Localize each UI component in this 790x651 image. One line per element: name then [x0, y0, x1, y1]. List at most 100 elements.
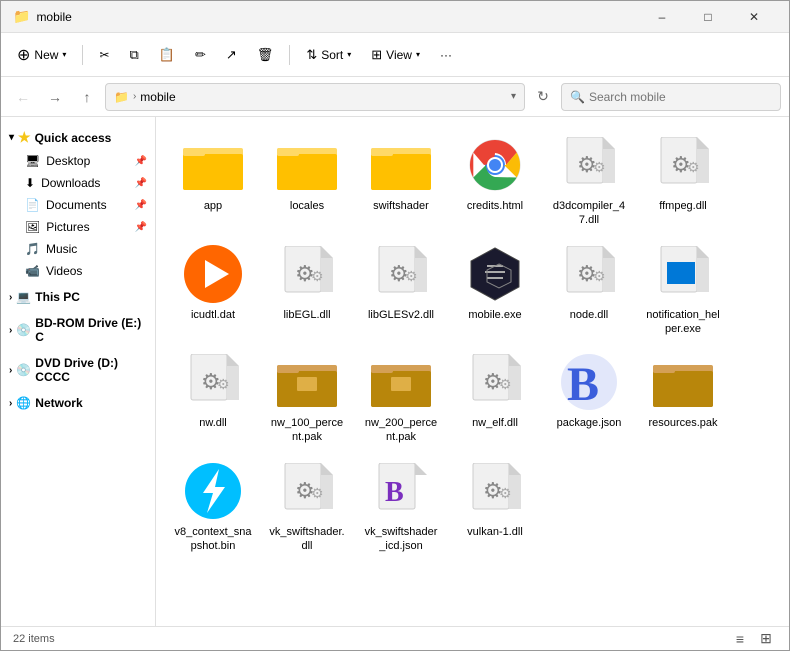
file-item-vulkan_1_dll[interactable]: ⚙ ⚙ vulkan-1.dll	[450, 455, 540, 560]
dvd-icon: 💿	[16, 363, 31, 377]
file-area: app locales swiftshader credits.html ⚙ ⚙…	[156, 117, 789, 626]
file-icon	[369, 352, 433, 412]
file-item-resources_pak[interactable]: resources.pak	[638, 346, 728, 451]
network-header[interactable]: › 🌐 Network	[1, 392, 155, 414]
file-item-app[interactable]: app	[168, 129, 258, 234]
file-item-ffmpeg_dll[interactable]: ⚙ ⚙ ffmpeg.dll	[638, 129, 728, 234]
cut-button[interactable]: ✂	[91, 39, 117, 71]
expand-icon-pc: ›	[9, 292, 12, 303]
file-item-nw_100_percent_pak[interactable]: nw_100_percent.pak	[262, 346, 352, 451]
view-icon: ⊞	[371, 47, 382, 63]
view-button[interactable]: ⊞ View ▾	[363, 39, 428, 71]
close-button[interactable]: ✕	[731, 1, 777, 33]
svg-text:⚙: ⚙	[499, 376, 512, 392]
file-item-nw_dll[interactable]: ⚙ ⚙ nw.dll	[168, 346, 258, 451]
sidebar-item-pictures[interactable]: 🖼 Pictures 📌	[1, 216, 155, 238]
file-item-node_dll[interactable]: ⚙ ⚙ node.dll	[544, 238, 634, 343]
file-item-swiftshader[interactable]: swiftshader	[356, 129, 446, 234]
delete-button[interactable]: 🗑	[249, 39, 282, 71]
file-item-notification_helper_exe[interactable]: notification_helper.exe	[638, 238, 728, 343]
quick-access-section: ▾ ★ Quick access 🖥 Desktop 📌 ⬇ Downloads…	[1, 125, 155, 282]
file-item-mobile_exe[interactable]: mobile.exe	[450, 238, 540, 343]
file-item-vk_swiftshader_icd_json[interactable]: B vk_swiftshader_icd.json	[356, 455, 446, 560]
svg-text:⚙: ⚙	[311, 485, 324, 501]
file-label: nw_100_percent.pak	[268, 416, 346, 445]
quick-access-header[interactable]: ▾ ★ Quick access	[1, 125, 155, 150]
dvd-section: › 💿 DVD Drive (D:) CCCC	[1, 352, 155, 388]
list-view-button[interactable]: ≡	[729, 628, 751, 650]
bdrom-icon: 💿	[16, 323, 31, 337]
network-label: Network	[35, 396, 82, 410]
sidebar-downloads-label: Downloads	[41, 176, 100, 190]
dvd-header[interactable]: › 💿 DVD Drive (D:) CCCC	[1, 352, 155, 388]
file-item-package_json[interactable]: B package.json	[544, 346, 634, 451]
address-dropdown-icon[interactable]: ▾	[511, 91, 516, 102]
file-item-vk_swiftshader_dll[interactable]: ⚙ ⚙ vk_swiftshader.dll	[262, 455, 352, 560]
sidebar-item-music[interactable]: 🎵 Music	[1, 238, 155, 260]
search-bar[interactable]: 🔍	[561, 83, 781, 111]
back-button[interactable]: ←	[9, 83, 37, 111]
this-pc-header[interactable]: › 💻 This PC	[1, 286, 155, 308]
window-controls: – □ ✕	[639, 1, 777, 33]
file-icon	[181, 244, 245, 304]
file-item-libGLESv2_dll[interactable]: ⚙ ⚙ libGLESv2.dll	[356, 238, 446, 343]
plus-icon: ⊕	[17, 45, 30, 65]
bdrom-section: › 💿 BD-ROM Drive (E:) C	[1, 312, 155, 348]
search-input[interactable]	[589, 90, 772, 104]
new-button[interactable]: ⊕ New ▾	[9, 39, 74, 71]
sidebar-item-desktop[interactable]: 🖥 Desktop 📌	[1, 150, 155, 172]
file-icon	[463, 244, 527, 304]
svg-text:⚙: ⚙	[593, 268, 606, 284]
file-item-nw_elf_dll[interactable]: ⚙ ⚙ nw_elf.dll	[450, 346, 540, 451]
chevron-down-icon-view: ▾	[416, 50, 420, 59]
file-item-libEGL_dll[interactable]: ⚙ ⚙ libEGL.dll	[262, 238, 352, 343]
file-label: icudtl.dat	[191, 308, 235, 322]
file-label: nw_elf.dll	[472, 416, 518, 430]
file-item-icudtl_dat[interactable]: icudtl.dat	[168, 238, 258, 343]
address-bar[interactable]: 📁 › mobile ▾	[105, 83, 525, 111]
file-item-locales[interactable]: locales	[262, 129, 352, 234]
svg-text:⚙: ⚙	[311, 268, 324, 284]
file-item-v8_context_snapshot_bin[interactable]: v8_context_snapshot.bin	[168, 455, 258, 560]
share-button[interactable]: ↗	[218, 39, 245, 71]
new-label: New	[34, 48, 58, 62]
file-label: swiftshader	[373, 199, 429, 213]
more-button[interactable]: ···	[432, 39, 460, 71]
sort-button[interactable]: ⇅ Sort ▾	[298, 39, 359, 71]
copy-button[interactable]: ⧉	[122, 39, 147, 71]
grid-view-button[interactable]: ⊞	[755, 628, 777, 650]
file-icon: ⚙ ⚙	[181, 352, 245, 412]
file-icon: ⚙ ⚙	[463, 461, 527, 521]
up-button[interactable]: ↑	[73, 83, 101, 111]
minimize-button[interactable]: –	[639, 1, 685, 33]
file-label: node.dll	[570, 308, 609, 322]
sidebar-item-downloads[interactable]: ⬇ Downloads 📌	[1, 172, 155, 194]
paste-button[interactable]: 📋	[151, 39, 183, 71]
pin-icon-dl: 📌	[135, 178, 147, 189]
file-item-credits_html[interactable]: credits.html	[450, 129, 540, 234]
maximize-button[interactable]: □	[685, 1, 731, 33]
sidebar-videos-label: Videos	[46, 264, 82, 278]
file-label: app	[204, 199, 222, 213]
file-icon	[651, 244, 715, 304]
file-item-d3dcompiler_47_dll[interactable]: ⚙ ⚙ d3dcompiler_47.dll	[544, 129, 634, 234]
forward-button[interactable]: →	[41, 83, 69, 111]
file-label: ffmpeg.dll	[659, 199, 707, 213]
pin-icon-doc: 📌	[135, 200, 147, 211]
file-label: package.json	[557, 416, 622, 430]
svg-text:⚙: ⚙	[405, 268, 418, 284]
sidebar-item-videos[interactable]: 📹 Videos	[1, 260, 155, 282]
file-label: mobile.exe	[468, 308, 521, 322]
file-label: libEGL.dll	[283, 308, 330, 322]
bdrom-header[interactable]: › 💿 BD-ROM Drive (E:) C	[1, 312, 155, 348]
rename-button[interactable]: ✏	[187, 39, 214, 71]
sidebar-item-documents[interactable]: 📄 Documents 📌	[1, 194, 155, 216]
expand-icon-bd: ›	[9, 325, 12, 336]
sidebar-documents-label: Documents	[46, 198, 107, 212]
file-icon: ⚙ ⚙	[275, 244, 339, 304]
rename-icon: ✏	[195, 47, 206, 63]
file-icon: B	[557, 352, 621, 412]
refresh-button[interactable]: ↻	[529, 83, 557, 111]
svg-text:B: B	[385, 477, 404, 508]
file-item-nw_200_percent_pak[interactable]: nw_200_percent.pak	[356, 346, 446, 451]
